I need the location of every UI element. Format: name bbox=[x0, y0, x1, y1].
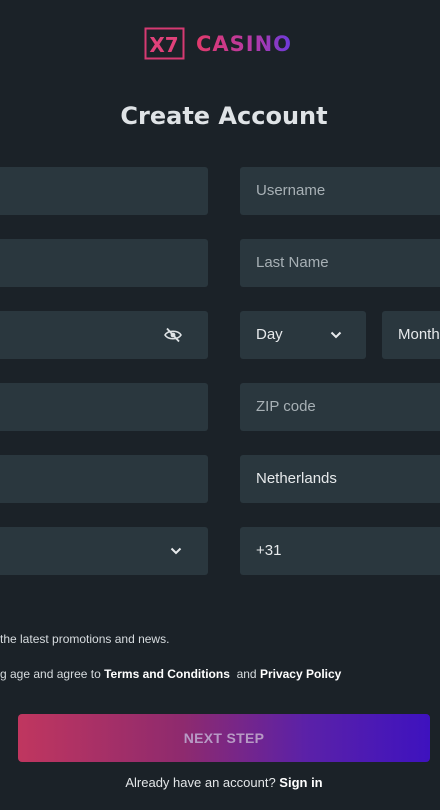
next-step-button[interactable]: NEXT STEP bbox=[18, 714, 430, 762]
zip-code-placeholder: ZIP code bbox=[256, 398, 316, 415]
zip-code-field[interactable]: ZIP code bbox=[240, 383, 440, 431]
currency-select[interactable] bbox=[0, 527, 208, 575]
logo-mark-text: X7 bbox=[149, 33, 178, 57]
last-name-field[interactable]: Last Name bbox=[240, 239, 440, 287]
password-field[interactable] bbox=[0, 311, 208, 359]
phone-code-value: +31 bbox=[256, 542, 282, 559]
create-account-page: X7 CASINO Create Account Username Last N… bbox=[0, 0, 440, 810]
username-placeholder: Username bbox=[256, 182, 326, 199]
signin-prompt-text: Already have an account? bbox=[125, 775, 276, 790]
logo-mark: X7 bbox=[144, 27, 186, 60]
terms-link[interactable]: Terms and Conditions bbox=[104, 667, 230, 681]
birth-month-select[interactable]: Month bbox=[382, 311, 440, 359]
chevron-down-icon bbox=[170, 527, 182, 575]
birth-month-label: Month bbox=[398, 326, 440, 343]
email-field[interactable] bbox=[0, 239, 208, 287]
eye-slash-icon[interactable] bbox=[164, 311, 182, 359]
phone-code-field[interactable]: +31 bbox=[240, 527, 440, 575]
username-field[interactable]: Username bbox=[240, 167, 440, 215]
country-field[interactable]: Netherlands bbox=[240, 455, 440, 503]
country-value: Netherlands bbox=[256, 470, 337, 487]
logo-word: CASINO bbox=[196, 32, 293, 56]
page-title: Create Account bbox=[120, 102, 328, 130]
terms-consent-prefix: g age and agree to bbox=[0, 667, 101, 681]
privacy-link[interactable]: Privacy Policy bbox=[260, 667, 341, 681]
casino-logo: X7 CASINO bbox=[144, 27, 308, 63]
city-field[interactable] bbox=[0, 455, 208, 503]
birth-day-label: Day bbox=[256, 326, 283, 343]
terms-and-text: and bbox=[236, 667, 257, 681]
promotions-consent[interactable]: the latest promotions and news. bbox=[0, 631, 169, 647]
address-field[interactable] bbox=[0, 383, 208, 431]
first-name-field[interactable] bbox=[0, 167, 208, 215]
birth-day-select[interactable]: Day bbox=[240, 311, 366, 359]
terms-consent[interactable]: g age and agree to Terms and Conditions … bbox=[0, 666, 341, 682]
chevron-down-icon bbox=[330, 311, 342, 359]
promotions-consent-text: the latest promotions and news. bbox=[0, 632, 170, 646]
signin-prompt: Already have an account? Sign in bbox=[0, 774, 440, 792]
signin-link[interactable]: Sign in bbox=[279, 775, 322, 790]
last-name-placeholder: Last Name bbox=[256, 254, 329, 271]
